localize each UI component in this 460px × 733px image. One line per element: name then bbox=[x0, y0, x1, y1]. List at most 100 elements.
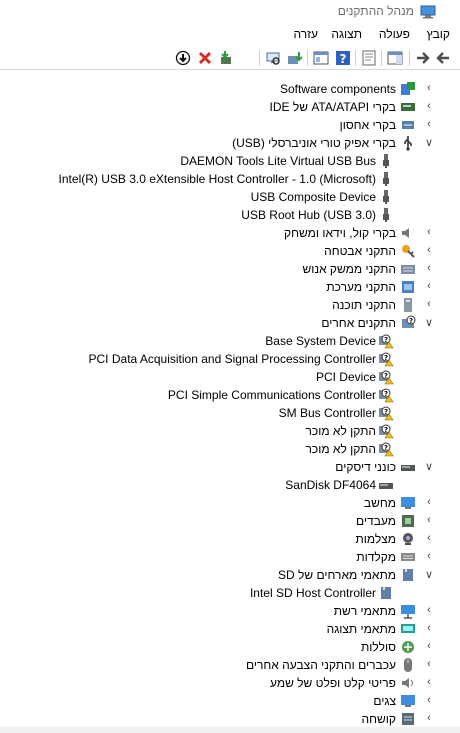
tree-category[interactable]: ‹ התקני אבטחה bbox=[0, 242, 460, 260]
tree-category[interactable]: ‹ מחשב bbox=[0, 494, 460, 512]
tree-device[interactable]: Intel(R) USB 3.0 eXtensible Host Control… bbox=[0, 170, 460, 188]
menu-action[interactable]: פעולה bbox=[379, 27, 410, 41]
chevron-left-icon[interactable]: ‹ bbox=[422, 621, 436, 635]
tree-item-label: התקן לא מוכר bbox=[305, 424, 376, 438]
tree-category[interactable]: ‹ בקרי קול, וידאו ומשחק bbox=[0, 224, 460, 242]
tree-category[interactable]: ∨ מתאמי מארחים של SD bbox=[0, 566, 460, 584]
chevron-down-icon[interactable]: ∨ bbox=[422, 315, 436, 329]
chevron-left-icon[interactable]: ‹ bbox=[422, 675, 436, 689]
tree-category[interactable]: ‹ מצלמות bbox=[0, 530, 460, 548]
menu-help[interactable]: עזרה bbox=[293, 27, 318, 41]
tree-item-label: עכברים והתקני הצבעה אחרים bbox=[245, 658, 396, 672]
svg-text:?: ? bbox=[384, 426, 388, 434]
show-hide-console-tree-icon[interactable] bbox=[386, 49, 404, 67]
tree-category[interactable]: ∨ בקרי אפיק טורי אוניברסלי (USB) bbox=[0, 134, 460, 152]
menu-file[interactable]: קובץ bbox=[427, 27, 450, 41]
tree-device[interactable]: SanDisk DF4064 bbox=[0, 476, 460, 494]
tree-category[interactable]: ‹ עכברים והתקני הצבעה אחרים bbox=[0, 656, 460, 674]
tree-device[interactable]: USB Composite Device bbox=[0, 188, 460, 206]
tree-item-label: Intel(R) USB 3.0 eXtensible Host Control… bbox=[58, 172, 376, 186]
tree-category[interactable]: ‹ בקרי ATA/ATAPI של IDE bbox=[0, 98, 460, 116]
tree-category[interactable]: ‹ בקרי אחסון bbox=[0, 116, 460, 134]
chevron-left-icon[interactable]: ‹ bbox=[422, 549, 436, 563]
tree-device[interactable]: ? SM Bus Controller bbox=[0, 404, 460, 422]
menu-bar: קובץ פעולה תצוגה עזרה bbox=[0, 24, 460, 44]
tree-item-label: USB Composite Device bbox=[250, 190, 376, 204]
tree-category[interactable]: ‹ מקלדות bbox=[0, 548, 460, 566]
chevron-left-icon[interactable]: ‹ bbox=[422, 261, 436, 275]
tree-category[interactable]: ‹ מתאמי תצוגה bbox=[0, 620, 460, 638]
tree-device[interactable]: ? התקן לא מוכר bbox=[0, 440, 460, 458]
chevron-left-icon[interactable]: ‹ bbox=[422, 279, 436, 293]
tree-category[interactable]: ‹ התקני מערכת bbox=[0, 278, 460, 296]
window-title: מנהל ההתקנים bbox=[337, 4, 414, 18]
chevron-left-icon[interactable]: ‹ bbox=[422, 513, 436, 527]
tree-category[interactable]: ∨? התקנים אחרים bbox=[0, 314, 460, 332]
chevron-left-icon[interactable]: ‹ bbox=[422, 711, 436, 725]
chevron-down-icon[interactable]: ∨ bbox=[422, 135, 436, 149]
chevron-left-icon[interactable]: ‹ bbox=[422, 657, 436, 671]
chevron-left-icon[interactable]: ‹ bbox=[422, 225, 436, 239]
scan-hardware-changes-icon[interactable] bbox=[264, 49, 282, 67]
back-arrow-icon[interactable] bbox=[434, 49, 452, 67]
tree-item-label: בקרי קול, וידאו ומשחק bbox=[284, 226, 396, 240]
svg-text:?: ? bbox=[409, 317, 413, 325]
tree-category[interactable]: ‹ מעבדים bbox=[0, 512, 460, 530]
processor-icon bbox=[402, 515, 414, 527]
tree-category[interactable]: ‹ קושחה bbox=[0, 710, 460, 728]
tree-category[interactable]: ‹ Software components bbox=[0, 80, 460, 98]
tree-item-label: Intel SD Host Controller bbox=[249, 586, 376, 600]
battery-icon bbox=[402, 641, 414, 653]
chevron-left-icon[interactable]: ‹ bbox=[422, 531, 436, 545]
forward-arrow-icon[interactable] bbox=[414, 49, 432, 67]
chevron-left-icon[interactable]: ‹ bbox=[422, 117, 436, 131]
disable-device-icon[interactable] bbox=[174, 49, 192, 67]
tree-item-label: התקן לא מוכר bbox=[305, 442, 376, 456]
tree-category[interactable]: ‹ צגים bbox=[0, 692, 460, 710]
sd-host-icon bbox=[381, 587, 391, 599]
show-details-icon[interactable] bbox=[312, 49, 330, 67]
uninstall-device-icon[interactable] bbox=[196, 49, 214, 67]
menu-view[interactable]: תצוגה bbox=[331, 27, 362, 41]
tree-device[interactable]: DAEMON Tools Lite Virtual USB Bus bbox=[0, 152, 460, 170]
chevron-left-icon[interactable]: ‹ bbox=[422, 495, 436, 509]
tree-device[interactable]: ? PCI Data Acquisition and Signal Process… bbox=[0, 350, 460, 368]
tree-device[interactable]: Intel SD Host Controller bbox=[0, 584, 460, 602]
tree-item-label: התקני ממשק אנוש bbox=[302, 262, 396, 276]
help-icon[interactable]: ? bbox=[334, 49, 352, 67]
tree-category[interactable]: ‹ מתאמי רשת bbox=[0, 602, 460, 620]
tree-device[interactable]: ? PCI Device bbox=[0, 368, 460, 386]
usb-plug-icon bbox=[383, 190, 389, 204]
update-driver-icon[interactable] bbox=[286, 49, 304, 67]
properties-icon[interactable] bbox=[360, 49, 378, 67]
tree-device[interactable]: USB Root Hub (USB 3.0) bbox=[0, 206, 460, 224]
software-device-icon bbox=[404, 298, 412, 312]
horizontal-scrollbar[interactable] bbox=[0, 727, 460, 733]
chevron-left-icon[interactable]: ‹ bbox=[422, 99, 436, 113]
chevron-left-icon[interactable]: ‹ bbox=[422, 81, 436, 95]
chevron-left-icon[interactable]: ‹ bbox=[422, 693, 436, 707]
tree-category[interactable]: ‹ התקני ממשק אנוש bbox=[0, 260, 460, 278]
tree-category[interactable]: ‹ פריטי קלט ופלט של שמע bbox=[0, 674, 460, 692]
tree-device[interactable]: ? התקן לא מוכר bbox=[0, 422, 460, 440]
tree-item-label: התקנים אחרים bbox=[321, 316, 396, 330]
chevron-left-icon[interactable]: ‹ bbox=[422, 243, 436, 257]
svg-text:?: ? bbox=[384, 372, 388, 380]
chevron-left-icon[interactable]: ‹ bbox=[422, 297, 436, 311]
tree-item-label: DAEMON Tools Lite Virtual USB Bus bbox=[180, 154, 376, 168]
tree-device[interactable]: ? Base System Device bbox=[0, 332, 460, 350]
chevron-down-icon[interactable]: ∨ bbox=[422, 567, 436, 581]
warning-device-icon: ? bbox=[379, 370, 394, 385]
tree-category[interactable]: ‹ התקני תוכנה bbox=[0, 296, 460, 314]
sd-host-icon bbox=[403, 569, 413, 581]
tree-category[interactable]: ‹ סוללות bbox=[0, 638, 460, 656]
chevron-left-icon[interactable]: ‹ bbox=[422, 603, 436, 617]
tree-item-label: PCI Simple Communications Controller bbox=[167, 388, 376, 402]
security-key-icon bbox=[402, 245, 415, 258]
device-tree[interactable]: ‹ Software components ‹ בקרי ATA/ATAPI של I… bbox=[0, 80, 460, 733]
enable-device-icon[interactable] bbox=[216, 49, 234, 67]
chevron-left-icon[interactable]: ‹ bbox=[422, 639, 436, 653]
chevron-down-icon[interactable]: ∨ bbox=[422, 459, 436, 473]
tree-device[interactable]: ? PCI Simple Communications Controller bbox=[0, 386, 460, 404]
tree-category[interactable]: ∨ כונני דיסקים bbox=[0, 458, 460, 476]
